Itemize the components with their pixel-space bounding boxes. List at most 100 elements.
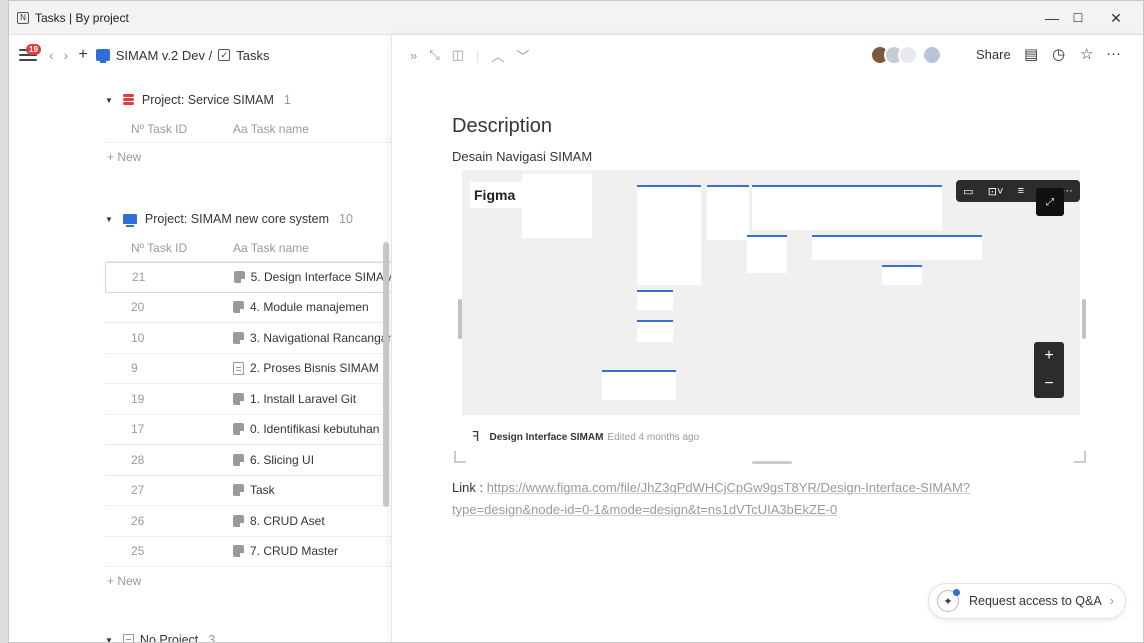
task-name-cell[interactable]: 3. Navigational Rancangan [233,331,395,345]
avatar[interactable] [898,45,918,65]
link-prefix: Link : [452,480,487,495]
previous-page-icon[interactable]: ︿ [491,46,504,65]
group-header[interactable]: ▼ Project: Service SIMAM 1 [105,85,395,115]
favorite-icon[interactable]: ☆ [1080,45,1093,63]
new-row-button[interactable]: + New [101,567,395,595]
forward-arrow-icon[interactable]: › [64,47,69,63]
task-id-cell: 27 [131,483,145,498]
page-heading: Description [452,115,553,137]
request-access-button[interactable]: ✦ Request access to Q&A › [928,583,1126,619]
table-row[interactable]: 27 Task [105,476,395,506]
table-row[interactable]: 19 1. Install Laravel Git [105,384,395,415]
comments-icon[interactable]: ▤ [1024,45,1038,63]
collaborator-avatars[interactable] [870,45,942,65]
task-name-cell[interactable]: 0. Identifikasi kebutuhan [233,422,395,436]
next-page-icon[interactable]: ﹀ [516,46,529,65]
toolbar-divider: | [475,47,480,63]
collapse-triangle-icon[interactable]: ▼ [105,215,113,224]
new-row-button[interactable]: + New [101,143,395,171]
breadcrumb-database[interactable]: Tasks [236,48,269,63]
table-row[interactable]: 21 ▶5. Design Interface SIMAM [105,262,395,293]
task-icon [233,423,244,436]
resize-corner-right[interactable] [1074,451,1086,463]
more-icon[interactable]: ··· [1106,45,1121,62]
table-row[interactable]: 26 8. CRUD Aset [105,506,395,537]
comment-icon[interactable]: ▭ [963,185,973,198]
task-name-text: 2. Proses Bisnis SIMAM [250,361,379,376]
new-page-icon[interactable]: + [78,46,87,64]
fullscreen-icon[interactable]: ⤢ [1036,188,1064,216]
task-id-cell: 26 [131,513,145,528]
zoom-out-button[interactable]: − [1044,375,1053,393]
frame-thumbnail [747,235,787,273]
notion-app-icon: N [17,11,29,24]
share-button[interactable]: Share [976,47,1011,62]
task-id-cell: 9 [131,361,138,376]
task-name-cell[interactable]: 8. CRUD Aset [233,514,395,528]
task-name-cell[interactable]: 1. Install Laravel Git [233,392,395,406]
table-row[interactable]: 20 4. Module manajemen [105,293,395,323]
link-paragraph: Link : https://www.figma.com/file/JhZ3qP… [452,477,1052,521]
table-row[interactable]: 28 6. Slicing UI [105,445,395,476]
table-row[interactable]: 17 0. Identifikasi kebutuhan [105,415,395,445]
zoom-in-button[interactable]: + [1044,347,1053,365]
close-peek-icon[interactable]: » [410,48,417,63]
group-count: 10 [339,212,353,226]
column-task-id[interactable]: Nº Task ID [105,122,233,136]
group-no-project: ▼ No Project 3 [105,625,395,643]
database-icon [122,94,134,106]
group-service-simam: ▼ Project: Service SIMAM 1 Nº Task ID Aa… [105,85,395,171]
collapse-triangle-icon[interactable]: ▼ [105,636,113,643]
breadcrumb-page[interactable]: SIMAM v.2 Dev / [116,48,213,63]
resize-handle-right[interactable] [1082,299,1086,339]
task-icon [233,484,244,497]
frame-thumbnail [637,320,673,342]
task-name-cell[interactable]: ▶5. Design Interface SIMAM [234,270,394,284]
task-id-cell: 25 [131,544,145,559]
group-count: 1 [283,93,291,107]
history-icon[interactable]: ◷ [1052,45,1065,63]
task-name-cell[interactable]: 2. Proses Bisnis SIMAM [233,361,395,375]
align-icon[interactable]: ≡ [1018,185,1024,197]
group-header[interactable]: ▼ Project: SIMAM new core system 10 [105,204,395,234]
figma-embed[interactable]: Figma ▭ ⊡˅ ≡ ↗ ··· ⤢ + − [462,170,1080,415]
close-button[interactable]: ✕ [1093,1,1139,35]
sidebar-menu-button[interactable]: 19 [19,44,41,63]
group-header[interactable]: ▼ No Project 3 [105,625,395,643]
page-subtitle: Desain Navigasi SIMAM [452,149,593,164]
column-task-name[interactable]: Aa Task name [233,241,395,255]
database-view: 19 ‹ › + SIMAM v.2 Dev / ✓ Tasks ▼ Proje… [9,35,395,642]
task-id-cell: 19 [131,391,145,406]
side-peek-icon[interactable]: ◫ [452,47,464,63]
frame-thumbnail [752,185,942,230]
title-bar: N Tasks | By project — ☐ ✕ [9,1,1143,35]
collapse-triangle-icon[interactable]: ▼ [105,96,113,105]
column-task-name[interactable]: Aa Task name [233,122,395,136]
column-task-id[interactable]: Nº Task ID [105,241,233,255]
table-row[interactable]: 9 2. Proses Bisnis SIMAM [105,354,395,384]
task-name-cell[interactable]: Task [233,483,395,497]
scrollbar[interactable] [383,242,389,507]
window-title: Tasks | By project [35,10,129,25]
frame-thumbnail [637,290,673,310]
back-arrow-icon[interactable]: ‹ [49,47,54,63]
open-full-page-icon[interactable]: ⤡ [429,47,439,63]
figma-link[interactable]: https://www.figma.com/file/JhZ3qPdWHCjCp… [452,480,970,517]
task-name-cell[interactable]: 4. Module manajemen [233,300,395,314]
resize-handle-bottom[interactable] [752,461,792,464]
chevron-right-icon: › [1109,594,1114,608]
resize-handle-left[interactable] [458,299,462,339]
task-name-cell[interactable]: 7. CRUD Master [233,544,395,558]
frame-thumbnail [882,265,922,285]
left-topbar: 19 ‹ › + SIMAM v.2 Dev / ✓ Tasks [9,35,391,75]
resize-corner-left[interactable] [454,451,466,463]
table-row[interactable]: 25 7. CRUD Master [105,537,395,567]
table-row[interactable]: 10 3. Navigational Rancangan [105,323,395,354]
avatar[interactable] [922,45,942,65]
app-window: N Tasks | By project — ☐ ✕ 19 ‹ › + SIMA… [8,0,1144,643]
figma-logo: Figma [470,182,522,208]
task-icon [233,453,244,466]
caption-icon[interactable]: ⊡˅ [988,185,1004,198]
figma-icon: ꟻ [472,429,480,444]
task-name-cell[interactable]: 6. Slicing UI [233,453,395,467]
